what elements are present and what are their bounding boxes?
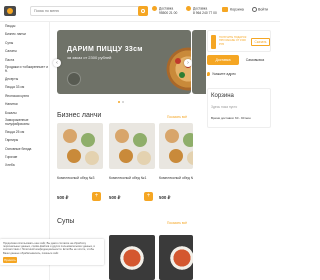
banner-dot[interactable] <box>122 101 124 103</box>
sidebar-item[interactable]: Напитки <box>0 100 49 108</box>
sidebar-item[interactable]: Десерты <box>0 75 49 83</box>
promo-banner[interactable]: ДАРИМ ПИЦЦУ 33см за заказ от 2300 рублей <box>57 30 191 94</box>
phone-1[interactable]: Доставка 95500 21 00 <box>152 6 177 15</box>
sidebar-item[interactable]: Паста <box>0 56 49 64</box>
search-box[interactable] <box>30 6 148 16</box>
sidebar-item[interactable]: Бокалы <box>0 109 49 117</box>
product-card[interactable]: Комплексный обед №3 500 ₽ + <box>57 123 103 203</box>
logo[interactable] <box>4 6 16 16</box>
banner-title: ДАРИМ ПИЦЦУ 33см <box>67 46 143 53</box>
cookie-notice: Продолжая использовать наш сайт, Вы дает… <box>0 239 104 265</box>
sidebar-item[interactable]: Гарниры <box>0 136 49 144</box>
sidebar-item[interactable]: Пицца 33 см <box>0 83 49 91</box>
phone-2-label: Доставка <box>193 6 208 11</box>
section-title-lunches: Бизнес ланчи <box>57 112 102 119</box>
sidebar-item[interactable]: Пицца 25 см <box>0 128 49 136</box>
address-label: Укажите адрес <box>212 72 237 76</box>
product-name[interactable]: Комплексный обед №2 <box>159 176 193 180</box>
product-image[interactable] <box>109 123 155 169</box>
location-pin-icon <box>207 72 210 77</box>
phone-1-number: 95500 21 00 <box>159 11 178 15</box>
tab-pickup[interactable]: Самовывоз <box>239 55 271 65</box>
product-price: 500 ₽ <box>109 195 121 200</box>
see-all-lunches[interactable]: Показать всё <box>167 115 187 119</box>
add-to-cart-button[interactable]: + <box>92 192 101 201</box>
sidebar-item[interactable]: Основные блюда <box>0 145 49 153</box>
cart-empty-text: Здесь пока пусто <box>211 105 238 109</box>
banner-dots <box>118 100 126 104</box>
banner-next-button[interactable]: › <box>184 59 192 67</box>
app-promo: ПОЛУЧИТЕ ПОДАРОК ПРИ ЗАКАЗЕ ОТ 1500 РУБ … <box>207 30 271 52</box>
sidebar-item[interactable]: Продажи и «обжаренные» и ft. <box>0 64 49 75</box>
header-cart-label: Корзина <box>230 7 244 12</box>
chevron-left-icon: ‹ <box>56 60 58 66</box>
cart-panel: Корзина Здесь пока пусто Время доставки:… <box>207 88 271 128</box>
phone-icon <box>152 6 157 11</box>
delivery-tabs: Доставка Самовывоз <box>207 55 271 65</box>
sidebar-item[interactable]: Хлеба <box>0 161 49 169</box>
cart-title: Корзина <box>211 93 234 99</box>
banner-subtitle: за заказ от 2300 рублей <box>67 55 112 60</box>
sidebar-item[interactable]: Бизнес ланчи <box>0 30 49 38</box>
login-button[interactable]: Войти <box>252 7 268 12</box>
product-image[interactable] <box>159 235 193 280</box>
product-image[interactable] <box>57 123 103 169</box>
product-name[interactable]: Комплексный обед №1 <box>109 176 155 180</box>
pizza-image <box>163 44 191 94</box>
sidebar-item[interactable]: Пиццы <box>0 22 49 30</box>
sidebar-item[interactable]: Горячие <box>0 153 49 161</box>
product-image[interactable] <box>109 235 155 280</box>
add-to-cart-button[interactable]: + <box>144 192 153 201</box>
site-header: Доставка 95500 21 00 Доставка 8 964 240 … <box>0 0 280 22</box>
product-card[interactable]: Комплексный обед №1 500 ₽ + <box>109 123 155 203</box>
section-title-soups: Супы <box>57 218 75 225</box>
banner-dot[interactable] <box>118 101 120 103</box>
product-card[interactable]: Комплексный обед №2 500 ₽ <box>159 123 193 203</box>
sidebar-item[interactable]: Салаты <box>0 47 49 55</box>
phone-app-icon <box>211 35 216 49</box>
sidebar-item[interactable]: Супы <box>0 39 49 47</box>
search-input[interactable] <box>31 7 131 15</box>
banner-logo <box>67 72 81 86</box>
address-selector[interactable]: Укажите адрес <box>207 72 237 77</box>
see-all-soups[interactable]: Показать всё <box>167 221 187 225</box>
sidebar-item[interactable]: Японская кухня <box>0 92 49 100</box>
plus-icon: + <box>146 193 151 199</box>
cookie-text: Продолжая использовать наш сайт, Вы дает… <box>3 242 95 255</box>
banner-prev-button[interactable]: ‹ <box>53 59 61 67</box>
banner-next-preview <box>192 30 206 94</box>
product-image[interactable] <box>159 123 193 169</box>
user-icon <box>252 7 257 12</box>
product-name[interactable]: Комплексный обед №3 <box>57 176 103 180</box>
sidebar-item[interactable]: Замороженные полуфабрикаты <box>0 117 49 128</box>
cookie-accept-button[interactable]: Принять <box>3 257 17 263</box>
plus-icon: + <box>94 193 99 199</box>
search-icon <box>141 9 145 13</box>
phone-icon <box>186 6 191 11</box>
product-price: 500 ₽ <box>159 195 171 200</box>
product-price: 500 ₽ <box>57 195 69 200</box>
tab-delivery[interactable]: Доставка <box>207 55 239 65</box>
search-button[interactable] <box>138 6 148 16</box>
login-label: Войти <box>258 7 269 12</box>
delivery-time: Время доставки: 60 - 90 мин <box>211 116 251 120</box>
phone-1-label: Доставка <box>159 6 174 11</box>
app-promo-text: ПОЛУЧИТЕ ПОДАРОК ПРИ ЗАКАЗЕ ОТ 1500 РУБ <box>219 36 247 46</box>
download-button[interactable]: Скачать <box>251 38 270 46</box>
cart-icon <box>222 7 228 12</box>
phone-2[interactable]: Доставка 8 964 240 77 00 <box>186 6 217 15</box>
phone-2-number: 8 964 240 77 00 <box>193 11 217 15</box>
header-cart-button[interactable]: Корзина <box>222 7 244 12</box>
chevron-right-icon: › <box>187 60 189 66</box>
